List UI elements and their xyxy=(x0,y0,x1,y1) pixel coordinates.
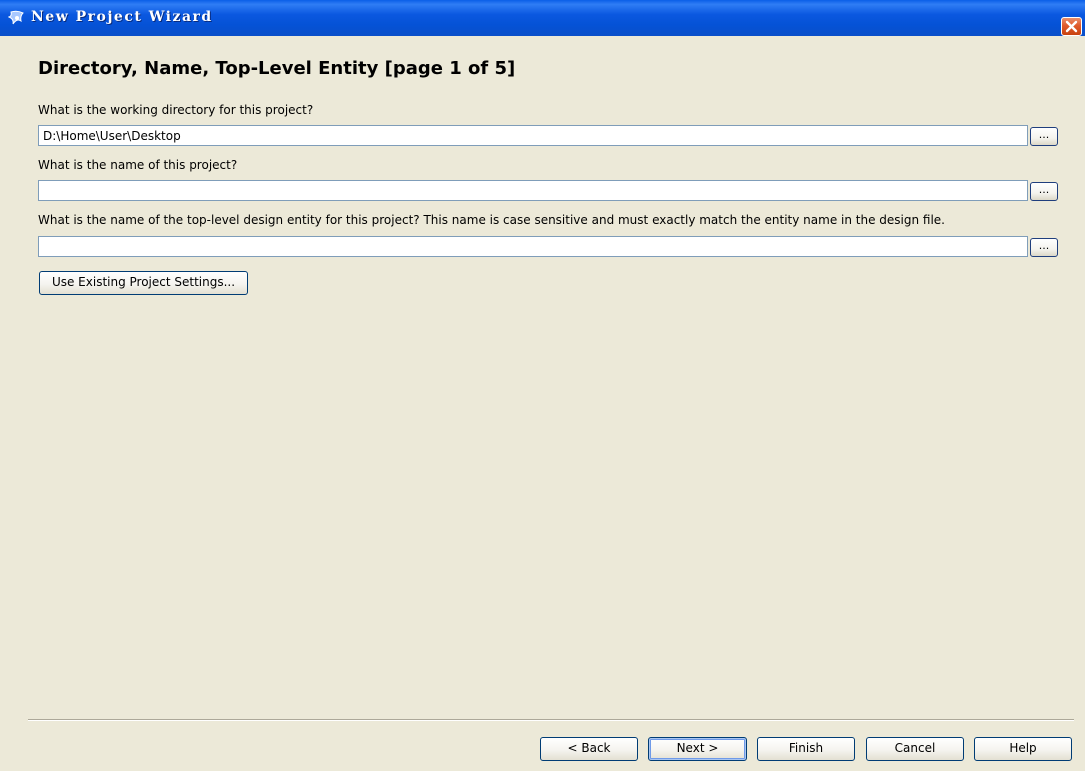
top-level-entity-label: What is the name of the top-level design… xyxy=(38,213,945,227)
top-level-entity-input[interactable] xyxy=(38,236,1028,257)
page-title: Directory, Name, Top-Level Entity [page … xyxy=(38,58,516,79)
top-level-entity-browse-button[interactable]: ... xyxy=(1030,238,1058,257)
project-name-browse-button[interactable]: ... xyxy=(1030,182,1058,201)
working-directory-browse-button[interactable]: ... xyxy=(1030,127,1058,146)
next-button[interactable]: Next > xyxy=(648,737,747,761)
back-button[interactable]: < Back xyxy=(540,737,638,761)
new-project-wizard-window: New Project Wizard Directory, Name, Top-… xyxy=(0,0,1085,771)
quartus-icon xyxy=(7,10,26,27)
working-directory-input[interactable]: D:\Home\User\Desktop xyxy=(38,125,1028,146)
finish-button[interactable]: Finish xyxy=(757,737,855,761)
project-name-label: What is the name of this project? xyxy=(38,158,238,172)
working-directory-label: What is the working directory for this p… xyxy=(38,103,314,117)
window-title: New Project Wizard xyxy=(31,9,213,25)
close-icon xyxy=(1065,20,1078,33)
cancel-button[interactable]: Cancel xyxy=(866,737,964,761)
help-button[interactable]: Help xyxy=(974,737,1072,761)
project-name-input[interactable] xyxy=(38,180,1028,201)
footer-divider xyxy=(28,719,1074,721)
close-button[interactable] xyxy=(1061,17,1082,36)
title-bar[interactable]: New Project Wizard xyxy=(0,0,1085,36)
use-existing-project-settings-button[interactable]: Use Existing Project Settings... xyxy=(39,271,248,295)
